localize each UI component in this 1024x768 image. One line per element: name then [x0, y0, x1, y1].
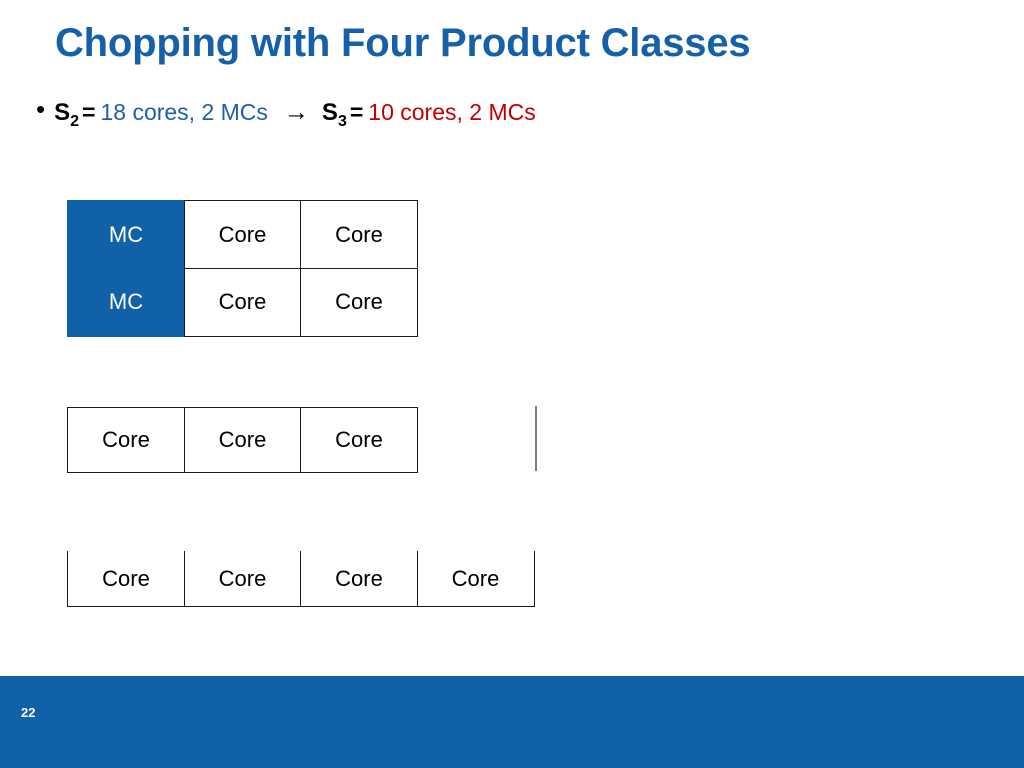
core-cell: Core	[300, 551, 418, 607]
core-cell: Core	[183, 551, 302, 607]
config-s3-label: S3	[322, 99, 347, 131]
page-number: 22	[21, 705, 36, 720]
core-cell: Core	[183, 407, 302, 473]
memory-controller-cell: MC	[67, 267, 185, 337]
chip-grid-row: Core Core Core Core	[67, 551, 535, 607]
vertical-divider-rule	[535, 406, 537, 471]
core-cell: Core	[183, 267, 302, 337]
config-s2-label: S2	[54, 99, 79, 131]
config-s3-equals: =	[349, 99, 364, 125]
bullet-statement: • S2 = 18 cores, 2 MCs → S3 = 10 cores, …	[36, 94, 536, 131]
core-cell: Core	[300, 200, 418, 269]
core-cell: Core	[416, 551, 535, 607]
core-cell: Core	[183, 200, 302, 269]
chip-grid-row3: Core Core Core	[67, 407, 418, 473]
core-cell: Core	[300, 407, 418, 473]
core-cell: Core	[67, 407, 185, 473]
chip-grid-row: MC Core Core	[67, 267, 418, 337]
config-s2-symbol: S	[54, 99, 71, 126]
config-s3-symbol: S	[321, 99, 338, 126]
config-s3-subscript: 3	[337, 112, 347, 130]
core-cell: Core	[67, 551, 185, 607]
page-title: Chopping with Four Product Classes	[55, 21, 751, 65]
config-s2-value: 18 cores, 2 MCs	[100, 99, 268, 125]
chip-grid-s2: MC Core Core MC Core Core	[67, 200, 418, 337]
config-s2-equals: =	[82, 99, 96, 125]
footer-band	[0, 676, 1024, 768]
chip-grid-row: Core Core Core	[67, 407, 418, 473]
chip-grid-row: MC Core Core	[67, 200, 418, 269]
config-s3-value: 10 cores, 2 MCs	[368, 99, 536, 125]
config-s2-subscript: 2	[70, 112, 80, 130]
right-arrow-icon: →	[283, 98, 309, 126]
core-cell: Core	[300, 267, 418, 337]
bullet-marker-icon: •	[36, 94, 46, 124]
chip-grid-row4: Core Core Core Core	[67, 551, 535, 607]
memory-controller-cell: MC	[67, 200, 185, 269]
